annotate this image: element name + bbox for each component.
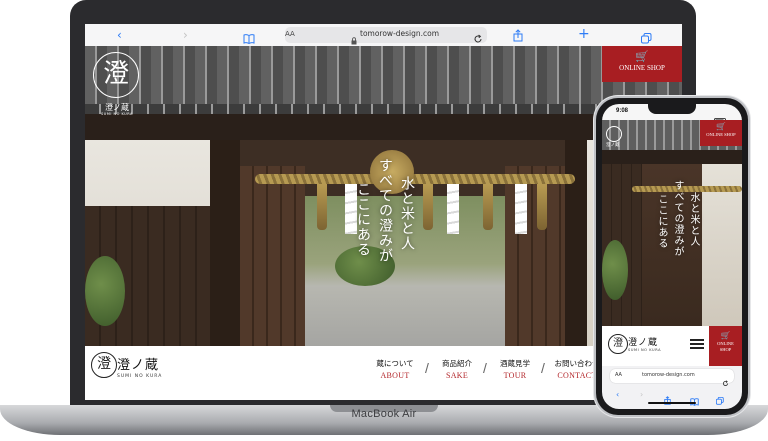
phone-site-roman: SUMI NO KURA — [628, 348, 662, 352]
tagline-column-3: ここにある — [355, 182, 371, 257]
rope-tassel — [537, 184, 547, 230]
laptop-screen: ‹ › AA tomorow-design.com + 澄 澄ノ蔵 SUMI N… — [85, 24, 682, 400]
reader-mode-button[interactable]: AA — [285, 30, 295, 38]
phone-online-shop-button[interactable]: 🛒 ONLINE SHOP — [700, 120, 742, 146]
phone-share-icon[interactable] — [664, 390, 671, 409]
roof-edge — [85, 104, 682, 114]
nav-label-en: TOUR — [503, 371, 527, 380]
phone-online-shop-label: ONLINE SHOP — [706, 132, 736, 137]
right-door — [505, 166, 565, 346]
rope-tassel — [317, 184, 327, 230]
status-time: 9:08 — [616, 108, 629, 114]
hamburger-menu-icon[interactable] — [690, 339, 704, 349]
browser-toolbar: ‹ › AA tomorow-design.com + — [85, 24, 682, 47]
footer-logo-mark[interactable]: 澄 — [91, 352, 117, 378]
online-shop-label: ONLINE SHOP — [619, 64, 665, 72]
nav-separator: / — [541, 360, 545, 376]
phone-hero-logo-mark[interactable] — [606, 126, 622, 142]
footer-site-roman: SUMI NO KURA — [117, 374, 163, 379]
phone-tabs-icon[interactable] — [715, 390, 724, 409]
left-post — [210, 140, 240, 346]
home-indicator — [648, 402, 696, 404]
nav-label-jp: 酒蔵見学 — [500, 359, 530, 368]
add-tab-icon[interactable]: + — [578, 26, 590, 42]
cart-icon: 🛒 — [635, 50, 649, 63]
site-footer-nav: 澄 澄ノ蔵 SUMI NO KURA 蔵について ABOUT / 商品紹介 SA… — [85, 346, 682, 400]
hero-logo-roman: SUMI NO KURA — [101, 112, 133, 116]
tagline-column-2: すべての澄みが — [377, 158, 393, 263]
phone-forward-icon[interactable]: › — [640, 390, 643, 399]
nav-label-jp: 蔵について — [376, 359, 414, 368]
phone-hero-logo-name: 澄ノ蔵 — [606, 143, 620, 148]
phone-tagline-column-1: 水と米と人 — [688, 192, 699, 247]
forward-icon[interactable]: › — [183, 27, 188, 43]
url-text[interactable]: tomorow-design.com — [360, 29, 439, 38]
right-post — [565, 140, 587, 346]
phone-reader-mode-button[interactable]: AA — [615, 372, 622, 378]
phone-notch — [648, 104, 696, 114]
phone-tagline-column-3: ここにある — [656, 194, 667, 249]
footer-site-name[interactable]: 澄ノ蔵 — [117, 354, 159, 373]
roof-tiles — [85, 46, 682, 110]
hero-logo-mark[interactable]: 澄 — [93, 52, 139, 98]
phone-screen: 9:08 澄ノ蔵 水と米と人 すべての澄みが ここにある 🛒 ONLINE SH… — [602, 104, 742, 409]
phone-plant — [602, 240, 628, 300]
left-plant — [85, 256, 125, 326]
phone-reload-icon[interactable] — [722, 372, 729, 391]
gate-beam — [85, 114, 682, 140]
online-shop-button[interactable]: 🛒 ONLINE SHOP — [602, 46, 682, 82]
phone-logo-mark[interactable]: 澄 — [608, 334, 628, 354]
share-icon[interactable] — [513, 27, 523, 46]
phone-url-text[interactable]: tomorow-design.com — [642, 372, 695, 378]
tagline-column-1: 水と米と人 — [399, 176, 415, 251]
rope-tassel — [483, 184, 493, 230]
shide-paper — [447, 184, 459, 234]
phone-site-name[interactable]: 澄ノ蔵 — [628, 335, 658, 348]
phone-tagline-column-2: すべての澄みが — [672, 180, 683, 257]
phone-online-label-2: SHOP — [719, 347, 732, 352]
back-icon[interactable]: ‹ — [117, 27, 122, 43]
phone-beam — [602, 150, 742, 164]
cart-icon: 🛒 — [716, 122, 726, 131]
phone-online-shop-tab[interactable]: 🛒 ONLINE SHOP — [709, 326, 742, 366]
nav-label-en: ABOUT — [380, 371, 410, 380]
phone-hero-image: 澄ノ蔵 水と米と人 すべての澄みが ここにある — [602, 120, 742, 326]
phone-back-icon[interactable]: ‹ — [616, 390, 619, 399]
cart-icon: 🛒 — [720, 331, 731, 340]
nav-label-en: SAKE — [445, 371, 469, 380]
phone-bookmarks-icon[interactable] — [690, 391, 699, 409]
left-door — [240, 166, 305, 346]
shide-paper — [515, 184, 527, 234]
nav-label-jp: 商品紹介 — [442, 359, 472, 368]
hero-image: 澄 澄ノ蔵 SUMI NO KURA 水と米と人 すべての澄みが ここにある — [85, 46, 682, 346]
rope-tassel — [423, 184, 433, 230]
